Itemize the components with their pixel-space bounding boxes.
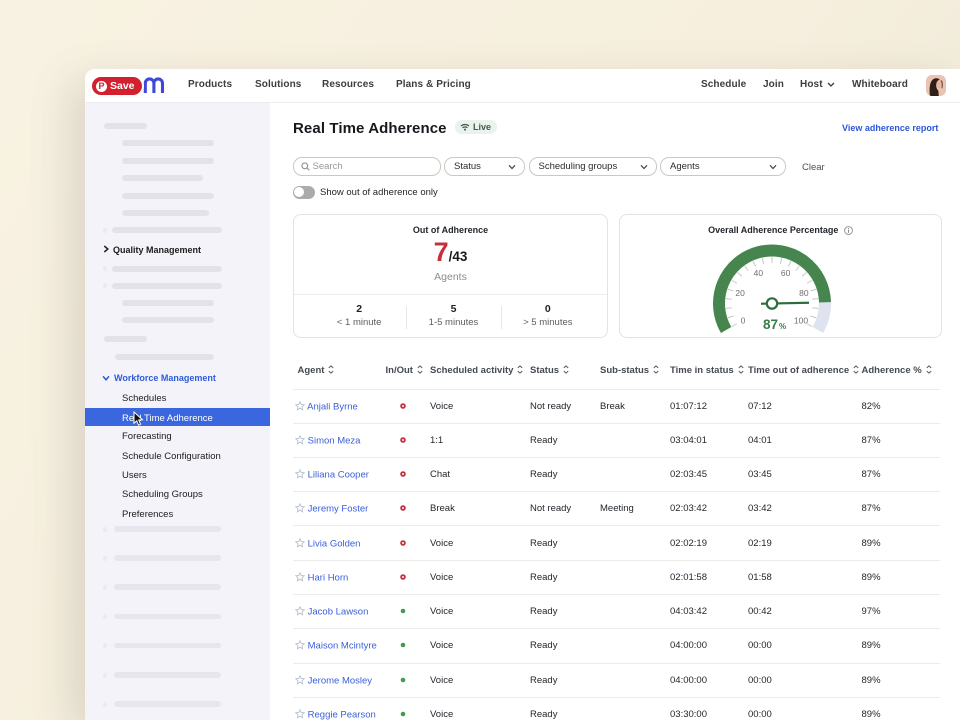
svg-text:87: 87 [763,317,778,332]
svg-text:40: 40 [754,267,764,277]
svg-text:20: 20 [735,288,745,298]
svg-text:100: 100 [794,315,808,325]
svg-text:80: 80 [799,288,809,298]
svg-text:0: 0 [741,315,746,325]
svg-text:%: % [779,322,786,331]
svg-text:60: 60 [781,267,791,277]
